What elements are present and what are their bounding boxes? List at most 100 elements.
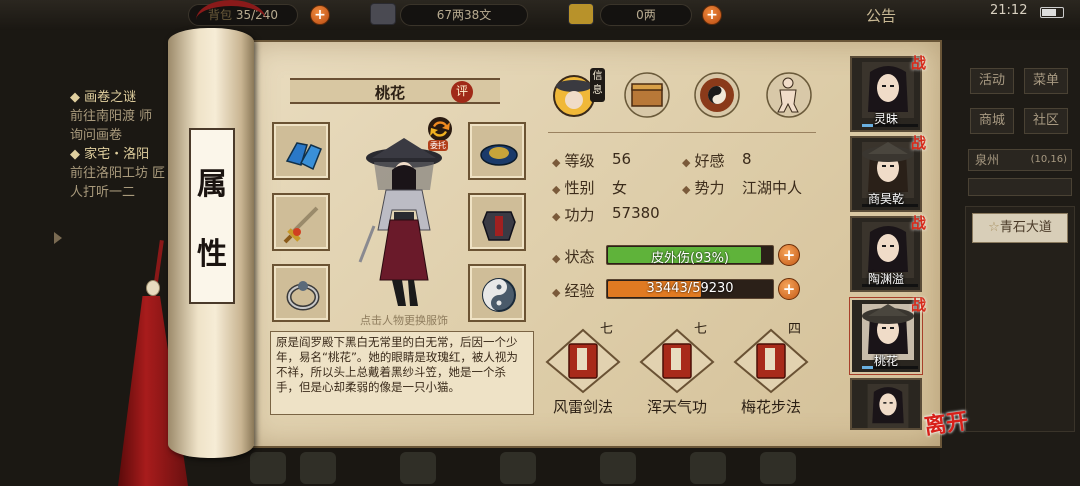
rate-button[interactable]: 评 <box>451 81 473 103</box>
portrait-name: 商昊乾 <box>867 192 904 206</box>
party-portrait[interactable] <box>850 378 922 430</box>
menu-button[interactable]: 菜单 <box>1024 68 1068 94</box>
dock-martial-icon[interactable] <box>400 452 436 484</box>
scroll-title-char: 性 <box>197 237 227 272</box>
name-banner: 桃花 评 <box>290 78 500 104</box>
equip-slot-weapon[interactable] <box>272 193 330 251</box>
quest-desc: 前往洛阳工坊 匠人打听一二 <box>70 166 166 200</box>
quest-title: 家宅・洛阳 <box>84 147 150 162</box>
status-plus-button[interactable]: + <box>778 244 800 266</box>
community-button[interactable]: 社区 <box>1024 108 1068 134</box>
status-text: 皮外伤(93%) <box>650 251 730 266</box>
coin-icon <box>370 3 396 25</box>
gloves-icon <box>285 142 322 171</box>
equip-slot-hat[interactable] <box>468 122 526 180</box>
road-button[interactable]: ☆青石大道 <box>972 213 1068 243</box>
clock: 21:12 <box>990 3 1028 18</box>
power-row: ◆ 功力 57380 <box>552 204 660 225</box>
leave-button[interactable]: 离开 <box>922 403 970 441</box>
faction-row: ◆ 势力 江湖中人 <box>682 177 802 198</box>
exp-plus-button[interactable]: + <box>778 278 800 300</box>
party-portrait[interactable]: 战商昊乾 <box>850 134 926 212</box>
bag-plus-button[interactable]: + <box>310 5 330 25</box>
gold-counter: 0两 <box>600 4 692 26</box>
faction-value: 江湖中人 <box>742 179 803 197</box>
character-sprite <box>358 138 442 306</box>
skill-slot[interactable]: 七 浑天气功 <box>636 318 718 418</box>
skill-name: 梅花步法 <box>740 398 801 416</box>
scroll-title: 属 性 <box>189 128 235 304</box>
expand-arrow-icon[interactable] <box>54 232 62 244</box>
gender-row: ◆ 性别 女 <box>552 177 627 198</box>
jade-bead <box>146 280 160 296</box>
dock-bag-icon[interactable] <box>300 452 336 484</box>
activity-button[interactable]: 活动 <box>970 68 1014 94</box>
battle-tag: 战 <box>910 296 926 314</box>
diamond-icon: ◆ <box>70 90 85 105</box>
battle-tag: 战 <box>910 214 926 232</box>
equip-slot-accessory[interactable] <box>468 264 526 322</box>
status-row: ◆ 状态 <box>552 246 594 267</box>
diamond-icon: ◆ <box>70 147 85 162</box>
diamond-icon: ◆ <box>552 286 561 299</box>
treasure-box-icon[interactable] <box>622 70 672 120</box>
dock-chat-icon[interactable] <box>690 452 726 484</box>
change-outfit-hint: 点击人物更换服饰 <box>360 314 448 327</box>
character-figure[interactable] <box>344 130 464 312</box>
dock-map-icon[interactable] <box>760 452 796 484</box>
skill-book-icon <box>639 328 715 394</box>
power-value: 57380 <box>612 204 660 222</box>
exp-bar: 33443/59230 <box>606 279 774 299</box>
meridian-body-icon[interactable] <box>764 70 814 120</box>
hat-icon <box>480 144 518 166</box>
shop-button[interactable]: 商城 <box>970 108 1014 134</box>
gender-label: 性别 <box>564 179 595 197</box>
favor-row: ◆ 好感 8 <box>682 150 752 171</box>
dock-role-icon[interactable] <box>250 452 286 484</box>
diamond-icon: ◆ <box>682 183 691 196</box>
diamond-icon: ◆ <box>552 156 561 169</box>
skill-slot[interactable]: 四 梅花步法 <box>730 318 812 418</box>
location-coords: (10,16) <box>1030 154 1067 165</box>
character-name: 桃花 <box>375 84 406 102</box>
status-label: 状态 <box>564 248 595 266</box>
party-portrait[interactable]: 战灵昧 <box>850 54 926 132</box>
dock-layout-icon[interactable] <box>500 452 536 484</box>
top-status-bar: 背包 35/240 + 67两38文 0两 + 公告 21:12 <box>0 0 1080 30</box>
favor-label: 好感 <box>694 152 725 170</box>
gold-plus-button[interactable]: + <box>702 5 722 25</box>
diamond-icon: ◆ <box>552 252 561 265</box>
equip-slot-armor[interactable] <box>468 193 526 251</box>
exp-label: 经验 <box>564 282 595 300</box>
quest-desc: 前往南阳渡 师询问画卷 <box>70 109 153 143</box>
location-name: 泉州 <box>975 153 1000 167</box>
quest-title: 画卷之谜 <box>84 90 137 105</box>
party-portrait[interactable]: 战陶渊溢 <box>850 214 926 292</box>
map-mode-tabs[interactable] <box>968 178 1072 196</box>
road-label: 青石大道 <box>999 220 1052 235</box>
party-portrait[interactable]: 战桃花 <box>850 296 926 374</box>
equip-slot-gloves[interactable] <box>272 122 330 180</box>
info-tab[interactable]: 信息 <box>590 68 605 102</box>
dock-skill-icon[interactable] <box>600 452 636 484</box>
diamond-icon: ◆ <box>682 156 691 169</box>
exp-row: ◆ 经验 <box>552 280 594 301</box>
skill-slot[interactable]: 七 风雷剑法 <box>542 318 624 418</box>
exp-text: 33443/59230 <box>646 281 734 296</box>
notice-button[interactable]: 公告 <box>866 5 896 26</box>
level-label: 等级 <box>564 152 595 170</box>
skill-name: 浑天气功 <box>646 398 707 416</box>
money-counter: 67两38文 <box>400 4 528 26</box>
equip-slot-ring[interactable] <box>272 264 330 322</box>
level-value: 56 <box>612 150 632 168</box>
star-icon: ☆ <box>988 220 1000 235</box>
character-description: 原是阎罗殿下黑白无常里的白无常，后因一个少年，易名“桃花”。她的眼睛是玫瑰红，被… <box>270 331 534 415</box>
power-label: 功力 <box>564 206 595 224</box>
battle-tag: 战 <box>910 54 926 72</box>
gender-value: 女 <box>612 179 628 197</box>
portrait-face-icon <box>867 384 909 428</box>
favor-value: 8 <box>742 150 752 168</box>
armor-icon <box>482 211 516 241</box>
bagua-icon[interactable] <box>692 70 742 120</box>
battle-tag: 战 <box>910 134 926 152</box>
